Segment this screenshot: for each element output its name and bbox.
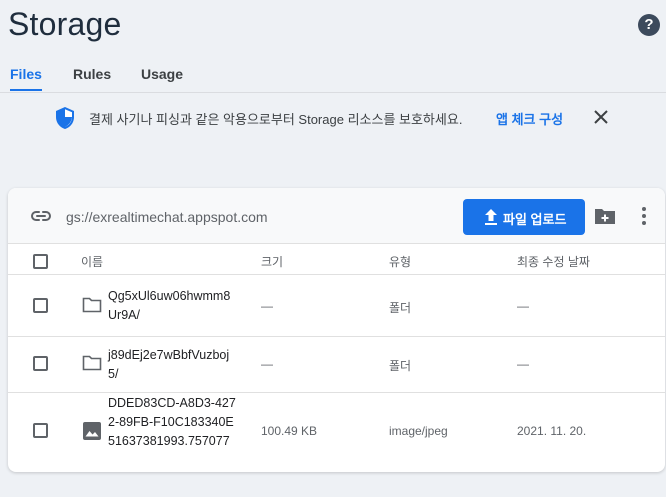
tab-rules[interactable]: Rules: [73, 66, 111, 82]
app-check-banner: 결제 사기나 피싱과 같은 악용으로부터 Storage 리소스를 보호하세요.…: [0, 100, 666, 134]
upload-icon: [485, 209, 497, 225]
files-toolbar: gs://exrealtimechat.appspot.com 파일 업로드: [8, 188, 665, 244]
shield-icon: [56, 107, 74, 129]
bucket-path: gs://exrealtimechat.appspot.com: [66, 209, 268, 225]
column-header-name[interactable]: 이름: [81, 253, 103, 270]
configure-app-check-link[interactable]: 앱 체크 구성: [496, 109, 563, 128]
file-modified: 2021. 11. 20.: [517, 424, 587, 438]
upload-file-button[interactable]: 파일 업로드: [463, 199, 585, 235]
column-header-type[interactable]: 유형: [389, 253, 411, 270]
link-icon[interactable]: [30, 207, 52, 225]
file-name[interactable]: DDED83CD-A8D3-4272-89FB-F10C183340E51637…: [108, 394, 238, 451]
image-icon: [83, 422, 101, 440]
file-modified: —: [517, 357, 529, 371]
close-icon[interactable]: [592, 108, 610, 126]
table-row[interactable]: Qg5xUl6uw06hwmm8Ur9A/ — 폴더 —: [8, 276, 665, 337]
tab-bar: Files Rules Usage: [0, 56, 666, 92]
folder-icon: [82, 297, 102, 313]
folder-icon: [82, 355, 102, 371]
row-checkbox[interactable]: [33, 423, 48, 438]
table-row[interactable]: DDED83CD-A8D3-4272-89FB-F10C183340E51637…: [8, 393, 665, 472]
file-modified: —: [517, 299, 529, 313]
active-tab-indicator: [10, 89, 42, 91]
row-checkbox[interactable]: [33, 298, 48, 313]
table-header: 이름 크기 유형 최종 수정 날짜: [8, 245, 665, 275]
column-header-modified[interactable]: 최종 수정 날짜: [517, 253, 590, 270]
file-type: 폴더: [389, 359, 412, 373]
select-all-checkbox[interactable]: [33, 254, 48, 269]
help-icon[interactable]: ?: [638, 14, 660, 36]
file-size: 100.49 KB: [261, 424, 318, 438]
create-folder-icon[interactable]: [594, 207, 616, 225]
upload-file-label: 파일 업로드: [503, 212, 567, 227]
tabs-divider: [0, 92, 666, 93]
row-checkbox[interactable]: [33, 356, 48, 371]
file-type: image/jpeg: [389, 424, 448, 438]
table-row[interactable]: j89dEj2e7wBbfVuzboj5/ — 폴더 —: [8, 337, 665, 393]
file-type: 폴더: [389, 301, 412, 315]
file-size: —: [261, 357, 273, 371]
tab-usage[interactable]: Usage: [141, 66, 183, 82]
banner-message: 결제 사기나 피싱과 같은 악용으로부터 Storage 리소스를 보호하세요.: [89, 112, 463, 127]
tab-files[interactable]: Files: [10, 66, 42, 82]
file-size: —: [261, 299, 273, 313]
file-name[interactable]: Qg5xUl6uw06hwmm8Ur9A/: [108, 287, 238, 325]
more-vert-icon[interactable]: [641, 206, 647, 226]
file-name[interactable]: j89dEj2e7wBbfVuzboj5/: [108, 346, 238, 384]
files-card: gs://exrealtimechat.appspot.com 파일 업로드 이…: [8, 188, 665, 472]
page-title: Storage: [8, 6, 122, 42]
column-header-size[interactable]: 크기: [261, 253, 283, 270]
